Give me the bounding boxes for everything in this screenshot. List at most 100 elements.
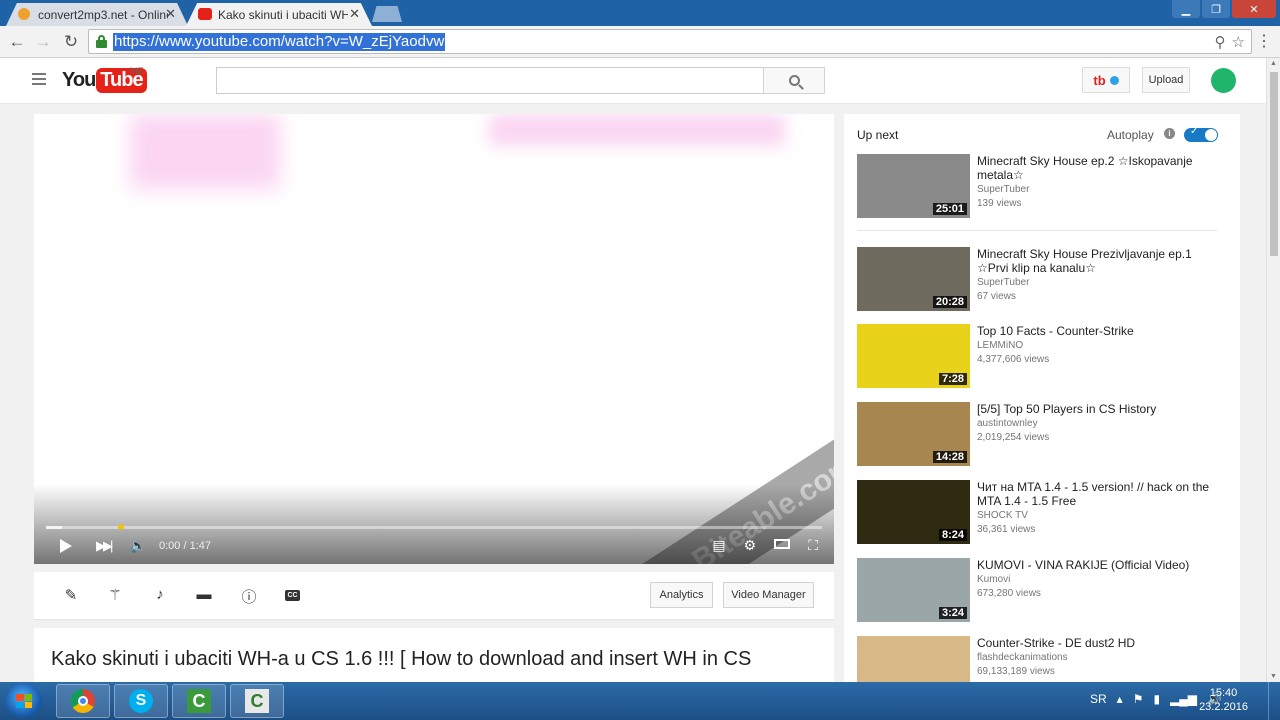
tray-arrow-icon[interactable]: ▴ (1117, 692, 1123, 706)
time-display: 0:00 / 1:47 (159, 540, 211, 552)
list-item[interactable]: 14:28 [5/5] Top 50 Players in CS History a… (857, 402, 1227, 466)
minimize-button[interactable]: ▁ (1172, 0, 1200, 18)
video-item-title[interactable]: Top 10 Facts - Counter-Strike (977, 324, 1225, 338)
enhance-wand-icon[interactable]: ⚚ (105, 586, 125, 604)
list-item[interactable]: 3:24 KUMOVI - VINA RAKIJE (Official Video… (857, 558, 1227, 622)
window-close-button[interactable]: ✕ (1232, 0, 1276, 18)
video-thumbnail[interactable]: 7:28 (857, 324, 970, 388)
taskbar-skype[interactable]: S (114, 684, 168, 718)
video-item-title[interactable]: Minecraft Sky House ep.2 ☆Iskopavanje me… (977, 154, 1225, 182)
taskbar-camtasia-1[interactable]: C (172, 684, 226, 718)
edit-pencil-icon[interactable]: ✎ (61, 586, 81, 604)
settings-gear-icon[interactable]: ⚙ (744, 537, 757, 554)
info-icon[interactable]: ⓘ (239, 586, 259, 607)
video-thumbnail[interactable] (857, 636, 970, 682)
convert2mp3-icon (18, 8, 30, 20)
search-input[interactable] (216, 67, 764, 94)
video-thumbnail[interactable]: 8:24 (857, 480, 970, 544)
video-item-title[interactable]: Minecraft Sky House Prezivljavanje ep.1 … (977, 247, 1225, 275)
video-thumbnail[interactable]: 25:01 (857, 154, 970, 218)
new-tab-button[interactable] (372, 6, 402, 22)
logo-region: ME (130, 66, 144, 76)
back-arrow-icon[interactable]: ← (6, 31, 28, 53)
toggle-knob (1205, 129, 1217, 141)
youtube-logo[interactable]: You Tube ME (62, 66, 147, 93)
list-item[interactable]: 20:28 Minecraft Sky House Prezivljavanje … (857, 247, 1227, 311)
tab-youtube-video[interactable]: Kako skinuti i ubaciti WH-a ✕ (186, 3, 372, 26)
show-desktop-button[interactable] (1268, 682, 1280, 720)
annotations-icon[interactable]: ▬ (194, 586, 214, 603)
logo-you-text: You (62, 69, 96, 91)
video-item-views: 2,019,254 views (977, 432, 1050, 443)
scroll-down-icon[interactable]: ▼ (1270, 673, 1277, 680)
video-item-title[interactable]: Counter-Strike - DE dust2 HD (977, 636, 1225, 650)
list-item[interactable]: Counter-Strike - DE dust2 HD flashdeckani… (857, 636, 1227, 682)
video-duration: 14:28 (932, 451, 967, 463)
list-item[interactable]: 8:24 Чит на MTA 1.4 - 1.5 version! // hac… (857, 480, 1227, 544)
network-icon[interactable]: ▂▄▆ (1170, 692, 1197, 706)
bookmark-star-icon[interactable]: ☆ (1232, 33, 1245, 51)
analytics-button[interactable]: Analytics (650, 582, 713, 608)
reload-icon[interactable]: ↻ (60, 31, 82, 53)
autoplay-label: Autoplay (1107, 128, 1154, 142)
theater-mode-icon[interactable] (774, 539, 791, 549)
divider (857, 230, 1217, 231)
audio-note-icon[interactable]: ♪ (150, 586, 170, 603)
scroll-up-icon[interactable]: ▲ (1270, 60, 1277, 67)
action-center-icon[interactable]: ⚑ (1133, 692, 1144, 706)
taskbar-clock[interactable]: 15:40 23.2.2016 (1199, 686, 1248, 714)
video-item-title[interactable]: Чит на MTA 1.4 - 1.5 version! // hack on… (977, 480, 1225, 508)
start-button[interactable] (6, 684, 42, 718)
upload-button[interactable]: Upload (1142, 67, 1190, 93)
pin-icon[interactable]: ⚲ (1215, 33, 1226, 51)
url-text[interactable]: https://www.youtube.com/watch?v=W_zEjYao… (113, 33, 446, 51)
taskbar-chrome[interactable] (56, 684, 110, 718)
extension-label: tb (1093, 72, 1106, 88)
tab-close-icon[interactable]: ✕ (349, 6, 360, 22)
windows-flag-icon (16, 694, 32, 708)
up-next-sidebar: Up next Autoplay i ✓ 25:01 Minecraft Sky … (844, 114, 1240, 682)
extension-button[interactable]: tb (1082, 67, 1130, 93)
camtasia-icon: C (187, 689, 211, 713)
youtube-header: You Tube ME tb Upload (0, 58, 1266, 104)
scroll-thumb[interactable] (1270, 72, 1278, 256)
play-icon[interactable] (60, 539, 72, 553)
fullscreen-icon[interactable]: ⛶ (808, 537, 818, 554)
captions-icon[interactable]: CC (285, 590, 300, 601)
video-item-views: 36,361 views (977, 524, 1036, 535)
address-bar[interactable]: https://www.youtube.com/watch?v=W_zEjYao… (88, 29, 1252, 54)
video-frame-blob (489, 114, 785, 146)
taskbar-camtasia-2[interactable]: C (230, 684, 284, 718)
video-item-title[interactable]: KUMOVI - VINA RAKIJE (Official Video) (977, 558, 1225, 572)
list-item[interactable]: 7:28 Top 10 Facts - Counter-Strike LEMMiNO… (857, 324, 1227, 388)
video-thumbnail[interactable]: 3:24 (857, 558, 970, 622)
autoplay-toggle[interactable]: ✓ (1184, 126, 1218, 142)
page-scrollbar[interactable]: ▲ ▼ (1266, 58, 1280, 682)
subtitles-icon[interactable]: ▤ (712, 537, 725, 554)
avatar[interactable] (1211, 68, 1236, 93)
creator-toolbar: ✎ ⚚ ♪ ▬ ⓘ CC Analytics Video Manager (34, 572, 834, 620)
video-player[interactable]: Biteable.com ▶▶| 🔈 0:00 / 1:47 ▤ ⚙ ⛶ (34, 114, 834, 564)
volume-muted-icon[interactable]: 🔈 (130, 538, 146, 554)
language-indicator[interactable]: SR (1090, 692, 1107, 706)
forward-arrow-icon[interactable]: → (32, 31, 54, 53)
video-manager-button[interactable]: Video Manager (723, 582, 814, 608)
progress-bar[interactable] (46, 525, 822, 529)
video-thumbnail[interactable]: 14:28 (857, 402, 970, 466)
browser-tabstrip: convert2mp3.net - Online ✕ Kako skinuti … (0, 0, 1280, 26)
tab-convert2mp3[interactable]: convert2mp3.net - Online ✕ (6, 3, 188, 26)
video-item-views: 69,133,189 views (977, 666, 1055, 677)
next-icon[interactable]: ▶▶| (96, 538, 113, 554)
restore-button[interactable]: ❐ (1202, 0, 1230, 18)
tab-close-icon[interactable]: ✕ (165, 6, 176, 22)
chrome-icon (71, 689, 95, 713)
search-button[interactable] (763, 67, 825, 94)
hamburger-menu-icon[interactable] (32, 73, 46, 85)
video-item-title[interactable]: [5/5] Top 50 Players in CS History (977, 402, 1225, 416)
chrome-menu-icon[interactable]: ⋮ (1256, 31, 1272, 51)
power-icon[interactable]: ▮ (1153, 692, 1160, 706)
video-thumbnail[interactable]: 20:28 (857, 247, 970, 311)
list-item[interactable]: 25:01 Minecraft Sky House ep.2 ☆Iskopavan… (857, 154, 1227, 218)
video-duration: 20:28 (932, 296, 967, 308)
info-icon[interactable]: i (1164, 128, 1175, 139)
